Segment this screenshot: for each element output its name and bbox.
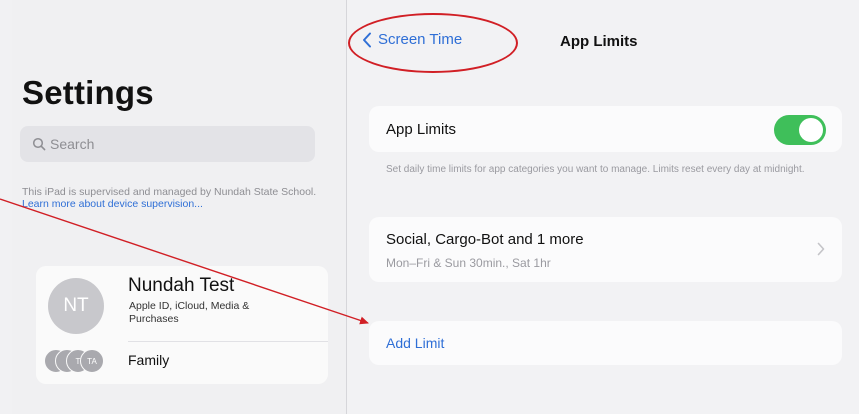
arrow-line (0, 198, 369, 325)
annotation-arrow (0, 198, 369, 325)
